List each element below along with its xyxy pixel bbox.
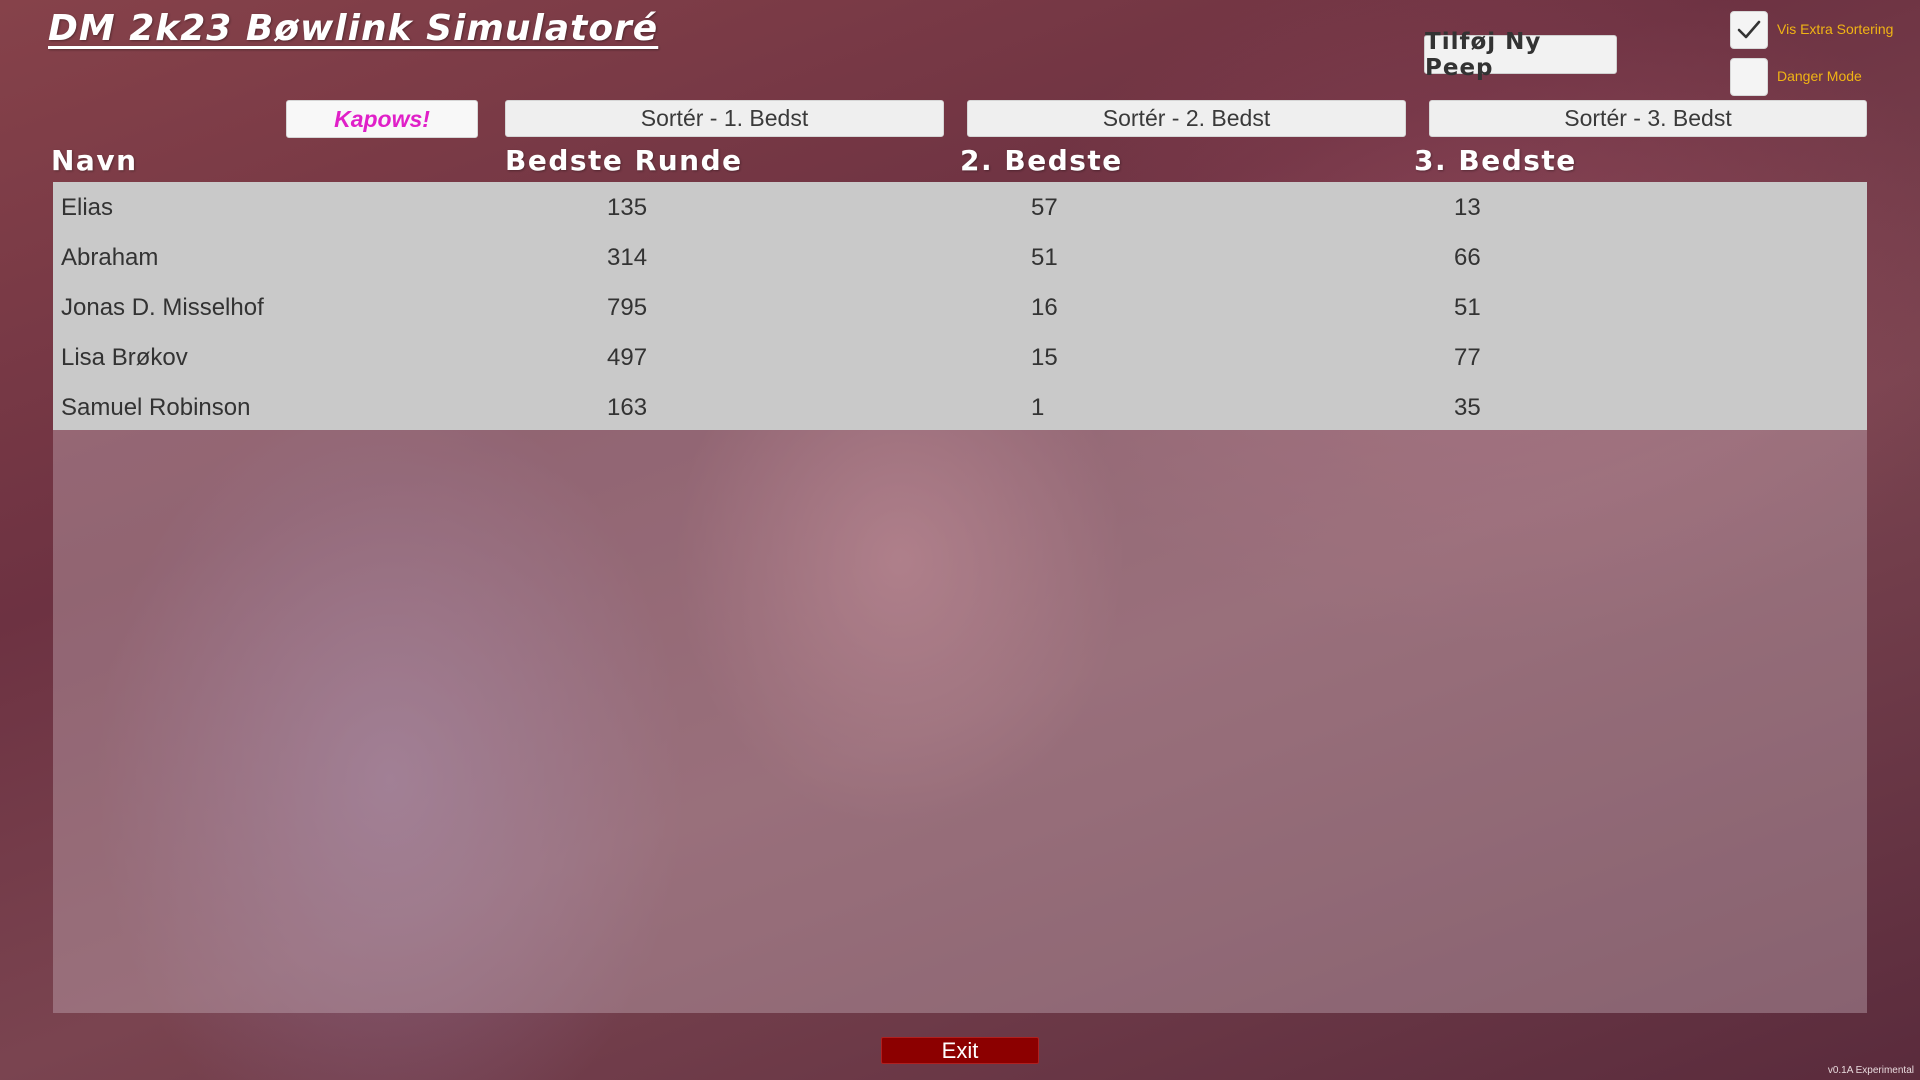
score-table: Elias 135 57 13 Abraham 314 51 66 Jonas … xyxy=(53,182,1867,430)
table-row[interactable]: Jonas D. Misselhof 795 16 51 xyxy=(53,282,1867,332)
second-score: 15 xyxy=(1031,344,1058,371)
best-score: 497 xyxy=(607,344,648,371)
exit-button[interactable]: Exit xyxy=(881,1037,1039,1064)
kapows-button[interactable]: Kapows! xyxy=(286,100,478,138)
extra-sort-checkbox[interactable] xyxy=(1730,11,1768,49)
player-name: Jonas D. Misselhof xyxy=(61,294,264,321)
second-score: 1 xyxy=(1031,394,1045,421)
column-header-name: Navn xyxy=(51,144,138,177)
column-header-best: Bedste Runde xyxy=(505,144,743,177)
version-label: v0.1A Experimental xyxy=(1827,1065,1914,1076)
player-name: Samuel Robinson xyxy=(61,394,251,421)
best-score: 163 xyxy=(607,394,648,421)
second-score: 57 xyxy=(1031,194,1058,221)
best-score: 314 xyxy=(607,244,648,271)
column-header-third: 3. Bedste xyxy=(1414,144,1577,177)
best-score: 795 xyxy=(607,294,648,321)
danger-mode-checkbox[interactable] xyxy=(1730,58,1768,96)
extra-sort-label: Vis Extra Sortering xyxy=(1777,21,1894,37)
player-name: Abraham xyxy=(61,244,159,271)
table-row[interactable]: Elias 135 57 13 xyxy=(53,182,1867,232)
best-score: 135 xyxy=(607,194,648,221)
second-score: 51 xyxy=(1031,244,1058,271)
second-score: 16 xyxy=(1031,294,1058,321)
third-score: 66 xyxy=(1454,244,1481,271)
check-icon xyxy=(1737,20,1761,39)
third-score: 13 xyxy=(1454,194,1481,221)
third-score: 51 xyxy=(1454,294,1481,321)
danger-mode-label: Danger Mode xyxy=(1777,68,1862,84)
column-header-second: 2. Bedste xyxy=(960,144,1123,177)
add-peep-button[interactable]: Tilføj Ny Peep xyxy=(1424,29,1617,81)
sort-best-2-button[interactable]: Sortér - 2. Bedst xyxy=(967,100,1406,137)
player-name: Lisa Brøkov xyxy=(61,344,188,371)
sort-best-3-button[interactable]: Sortér - 3. Bedst xyxy=(1429,100,1867,137)
third-score: 35 xyxy=(1454,394,1481,421)
sort-best-1-button[interactable]: Sortér - 1. Bedst xyxy=(505,100,944,137)
table-row[interactable]: Samuel Robinson 163 1 35 xyxy=(53,382,1867,432)
player-name: Elias xyxy=(61,194,114,221)
table-row[interactable]: Lisa Brøkov 497 15 77 xyxy=(53,332,1867,382)
page-title: DM 2k23 Bøwlink Simulatoré xyxy=(48,8,659,49)
third-score: 77 xyxy=(1454,344,1481,371)
table-row[interactable]: Abraham 314 51 66 xyxy=(53,232,1867,282)
